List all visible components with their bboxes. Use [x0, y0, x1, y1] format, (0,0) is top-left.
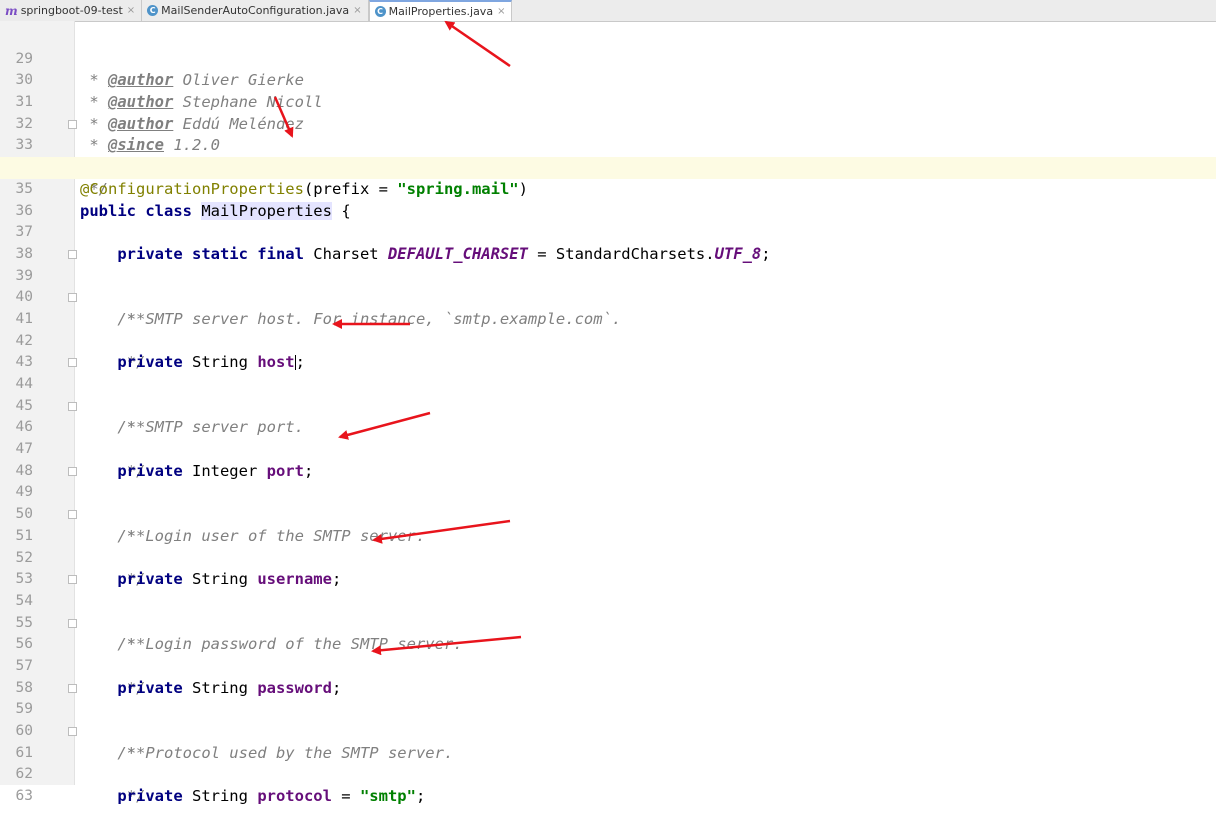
code-line: 48: [0, 439, 1216, 479]
code-line: 49 /**: [0, 461, 1216, 545]
code-line: 46 */: [0, 396, 1216, 480]
type-name: String: [191, 787, 258, 806]
tab-mail-sender-auto-configuration[interactable]: C MailSenderAutoConfiguration.java ×: [142, 0, 369, 21]
fold-marker-icon[interactable]: [68, 358, 77, 368]
fold-marker-icon[interactable]: [68, 249, 77, 259]
close-icon[interactable]: ×: [353, 5, 361, 16]
code-line: 47 private Integer port;: [0, 417, 1216, 480]
tab-label: springboot-09-test: [20, 4, 123, 17]
code-line: 30 * @author Stephane Nicoll: [0, 49, 1216, 111]
code-line: 41 */: [0, 287, 1216, 371]
code-line: 63: [0, 764, 1216, 804]
fold-marker-icon[interactable]: [68, 575, 77, 585]
code-line: 61 */: [0, 721, 1216, 805]
code-text: private String protocol = "smtp";: [80, 786, 425, 808]
code-line: 37 private static final Charset DEFAULT_…: [0, 201, 1216, 263]
line-number: 63: [15, 788, 33, 805]
code-line: 40 * SMTP server host. For instance, `sm…: [0, 266, 1216, 328]
field-name: protocol: [257, 787, 332, 806]
code-editor[interactable]: 29 * @author Oliver Gierke 30 * @author …: [0, 27, 1216, 805]
code-line: 43: [0, 331, 1216, 370]
code-line: 33 */: [0, 114, 1216, 198]
code-line: 52 private String username;: [0, 526, 1216, 589]
code-line: 54 /**: [0, 569, 1216, 653]
fold-marker-icon[interactable]: [68, 510, 77, 520]
java-class-icon: C: [374, 6, 386, 17]
plain-text: ;: [415, 787, 426, 806]
code-line: 36: [0, 179, 1216, 219]
keyword-text: private: [117, 787, 192, 806]
code-line: 34 @ConfigurationProperties(prefix = "sp…: [0, 135, 1216, 198]
code-line: 29 * @author Oliver Gierke: [0, 27, 1216, 90]
code-line: 45 * SMTP server port.: [0, 374, 1216, 437]
tab-label: MailSenderAutoConfiguration.java: [161, 4, 350, 17]
fold-marker-icon[interactable]: [68, 466, 77, 476]
code-line: 51 */: [0, 504, 1216, 588]
code-line: 55 * Login password of the SMTP server.: [0, 591, 1216, 654]
close-icon[interactable]: ×: [127, 5, 135, 16]
code-line: 60 * Protocol used by the SMTP server.: [0, 699, 1216, 762]
maven-module-icon: m: [5, 3, 18, 18]
fold-marker-icon[interactable]: [68, 683, 77, 693]
fold-marker-icon[interactable]: [68, 727, 77, 736]
code-line-current: 35 public class MailProperties {: [0, 157, 1216, 220]
code-line: 38: [0, 222, 1216, 262]
tab-mail-properties[interactable]: C MailProperties.java ×: [368, 0, 513, 21]
fold-marker-icon[interactable]: [68, 401, 77, 411]
editor-tab-bar: m springboot-09-test × C MailSenderAutoC…: [0, 0, 1216, 22]
string-literal: "smtp": [359, 787, 416, 806]
code-line: 32 * @since 1.2.0: [0, 92, 1216, 155]
code-line: 31 * @author Eddú Meléndez: [0, 70, 1216, 133]
close-icon[interactable]: ×: [497, 6, 505, 17]
code-line: 58: [0, 656, 1216, 696]
code-line: 57 private String password;: [0, 634, 1216, 697]
code-line: 59 /**: [0, 678, 1216, 762]
fold-marker-icon[interactable]: [68, 618, 77, 628]
code-line: 53: [0, 548, 1216, 587]
code-line: 50 * Login user of the SMTP server.: [0, 482, 1216, 545]
code-line: 39 /**: [0, 244, 1216, 328]
code-line: 62 private String protocol = "smtp";: [0, 743, 1216, 805]
plain-text: =: [331, 787, 360, 806]
code-line: 44 /**: [0, 352, 1216, 436]
fold-marker-icon[interactable]: [68, 119, 77, 129]
java-class-icon: C: [147, 5, 159, 16]
code-line: 56 */: [0, 613, 1216, 697]
tab-label: MailProperties.java: [388, 5, 494, 18]
tab-springboot-09-test[interactable]: m springboot-09-test ×: [0, 0, 143, 21]
code-line: 42 private String host;: [0, 309, 1216, 372]
fold-marker-icon[interactable]: [68, 293, 77, 303]
